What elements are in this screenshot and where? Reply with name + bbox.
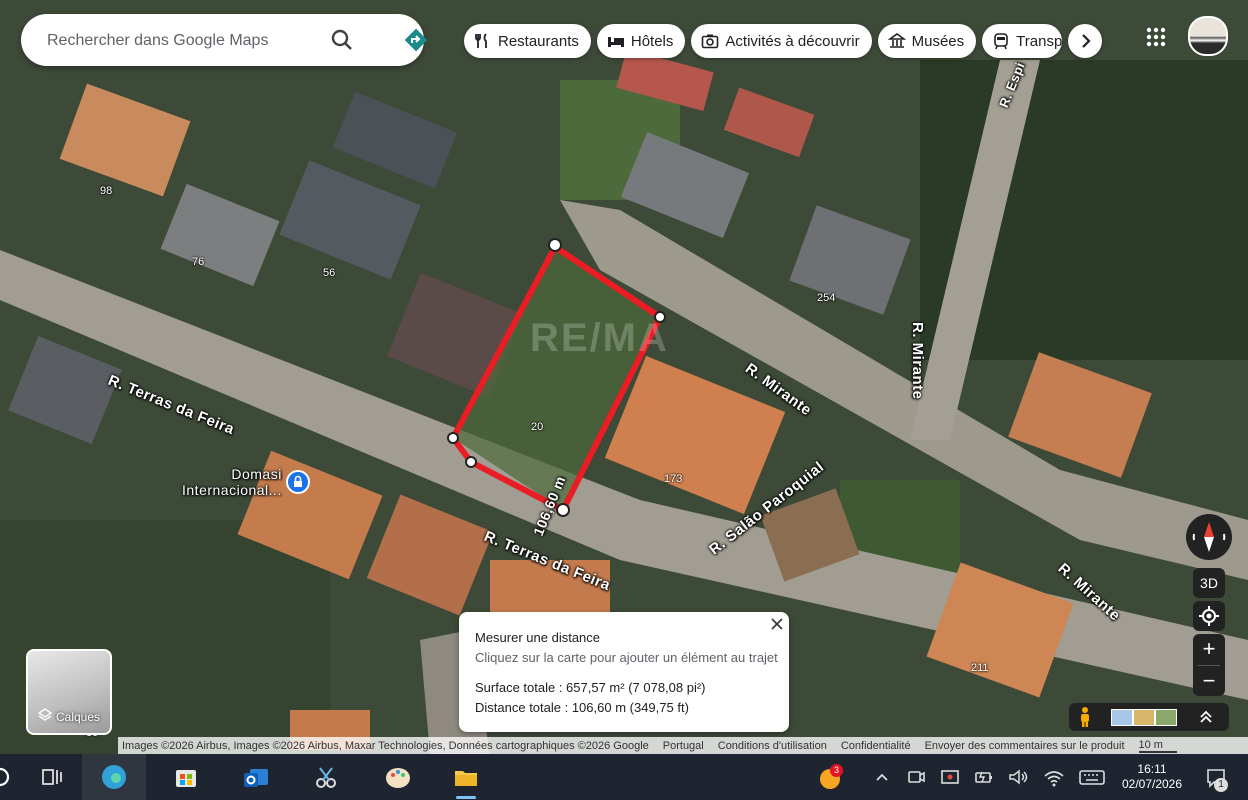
chevron-right-icon	[1068, 34, 1102, 62]
watermark: RE/MA	[530, 316, 669, 360]
measure-distance-panel: Mesurer une distance Cliquez sur la cart…	[459, 612, 789, 732]
layers-button[interactable]: Calques	[26, 649, 112, 735]
privacy-link[interactable]: Confidentialité	[841, 740, 911, 752]
house-number: 20	[531, 421, 544, 433]
view-3d-button[interactable]: 3D	[1193, 568, 1225, 598]
zoom-out-button[interactable]: −	[1193, 666, 1225, 697]
search-box[interactable]	[21, 14, 428, 66]
terms-link[interactable]: Conditions d'utilisation	[718, 740, 827, 752]
notification-count: 1	[1214, 778, 1228, 792]
feedback-link[interactable]: Envoyer des commentaires sur le produit	[925, 740, 1125, 752]
chips-next-button[interactable]	[1068, 24, 1102, 58]
measure-hint: Cliquez sur la carte pour ajouter un élé…	[475, 650, 778, 665]
imagery-credit: Images ©2026 Airbus, Images ©2026 Airbus…	[122, 739, 649, 752]
house-number: 211	[971, 662, 989, 674]
map-bottom-controls	[1069, 703, 1229, 731]
account-avatar[interactable]	[1188, 16, 1228, 56]
keyboard-icon[interactable]	[1078, 763, 1106, 791]
chip-label: Transports	[1016, 32, 1063, 50]
measure-total-area: Surface totale : 657,57 m² (7 078,08 pi²…	[475, 680, 706, 695]
hotel-icon	[607, 32, 625, 50]
street-label: R. Mirante	[909, 322, 926, 400]
explorer-active-underline	[456, 796, 476, 799]
battery-icon[interactable]	[970, 763, 998, 791]
store-icon[interactable]	[172, 763, 200, 791]
compass-button[interactable]	[1186, 514, 1232, 560]
my-location-button[interactable]	[1193, 601, 1225, 631]
expand-up-icon[interactable]	[1197, 708, 1215, 731]
measure-title: Mesurer une distance	[475, 630, 601, 645]
chip-label: Activités à découvrir	[725, 32, 860, 50]
poi-name: Domasi	[231, 466, 282, 482]
layers-label: Calques	[56, 709, 101, 724]
volume-icon[interactable]	[1004, 763, 1032, 791]
chip-restaurants[interactable]: Restaurants	[464, 24, 591, 58]
house-number: 254	[817, 292, 836, 304]
active-app-indicator	[82, 754, 146, 800]
screen-capture-icon[interactable]	[936, 763, 964, 791]
chip-label: Hôtels	[630, 32, 674, 50]
poi-domasi[interactable]: Domasi Internacional...	[182, 466, 310, 498]
task-view-icon[interactable]	[38, 763, 66, 791]
app-badge: 3	[830, 764, 843, 777]
transit-icon	[992, 32, 1010, 50]
system-clock[interactable]: 16:11 02/07/2026	[1116, 762, 1188, 792]
thumbnail-terrain-icon[interactable]	[1133, 709, 1155, 726]
zoom-controls: + −	[1193, 634, 1225, 696]
measure-total-distance: Distance totale : 106,60 m (349,75 ft)	[475, 700, 689, 715]
poi-name: Internacional...	[182, 482, 282, 498]
clock-time: 16:11	[1137, 762, 1167, 776]
close-icon[interactable]	[769, 616, 785, 632]
file-explorer-icon[interactable]	[452, 763, 480, 791]
location-target-icon	[1198, 606, 1220, 630]
zoom-in-button[interactable]: +	[1193, 634, 1225, 665]
compass-icon	[1186, 522, 1232, 564]
lock-pin-icon	[286, 470, 310, 494]
clock-date: 02/07/2026	[1121, 777, 1183, 791]
wifi-icon[interactable]	[1040, 763, 1068, 791]
pegman-icon[interactable]	[1075, 706, 1095, 733]
layers-icon	[37, 708, 53, 725]
camera-app-icon[interactable]	[902, 763, 930, 791]
category-chips: Restaurants Hôtels Activités à découvrir…	[464, 24, 1063, 58]
country-link[interactable]: Portugal	[663, 740, 704, 752]
search-input[interactable]	[45, 26, 329, 56]
directions-icon[interactable]	[403, 27, 429, 53]
thumbnail-map-icon[interactable]	[1111, 709, 1133, 726]
camera-icon	[701, 32, 719, 50]
chip-hotels[interactable]: Hôtels	[596, 24, 686, 58]
chip-label: Musées	[911, 32, 965, 50]
snipping-tool-icon[interactable]	[312, 763, 340, 791]
chip-label: Restaurants	[498, 32, 579, 50]
chip-transit[interactable]: Transports	[982, 24, 1063, 58]
start-icon[interactable]	[0, 763, 22, 791]
apps-grid-icon[interactable]	[1145, 26, 1167, 48]
scale-bar[interactable]: 10 m	[1138, 739, 1177, 753]
search-icon[interactable]	[329, 27, 355, 53]
thumbnail-satellite-icon[interactable]	[1155, 709, 1177, 726]
paint-icon[interactable]	[384, 763, 412, 791]
chip-museums[interactable]: Musées	[877, 24, 977, 58]
outlook-icon[interactable]	[242, 763, 270, 791]
chip-activities[interactable]: Activités à découvrir	[691, 24, 872, 58]
house-number: 76	[192, 256, 205, 268]
map-footer: Images ©2026 Airbus, Images ©2026 Airbus…	[118, 737, 1248, 754]
house-number: 56	[323, 267, 336, 279]
house-number: 98	[100, 185, 113, 197]
house-number: 173	[664, 473, 683, 485]
restaurant-icon	[474, 32, 492, 50]
chevron-up-icon[interactable]	[868, 763, 896, 791]
windows-taskbar: 3 16:11 02/07/2026 1	[0, 754, 1248, 800]
layers-label-wrap: Calques	[37, 708, 101, 725]
museum-icon	[887, 32, 907, 50]
